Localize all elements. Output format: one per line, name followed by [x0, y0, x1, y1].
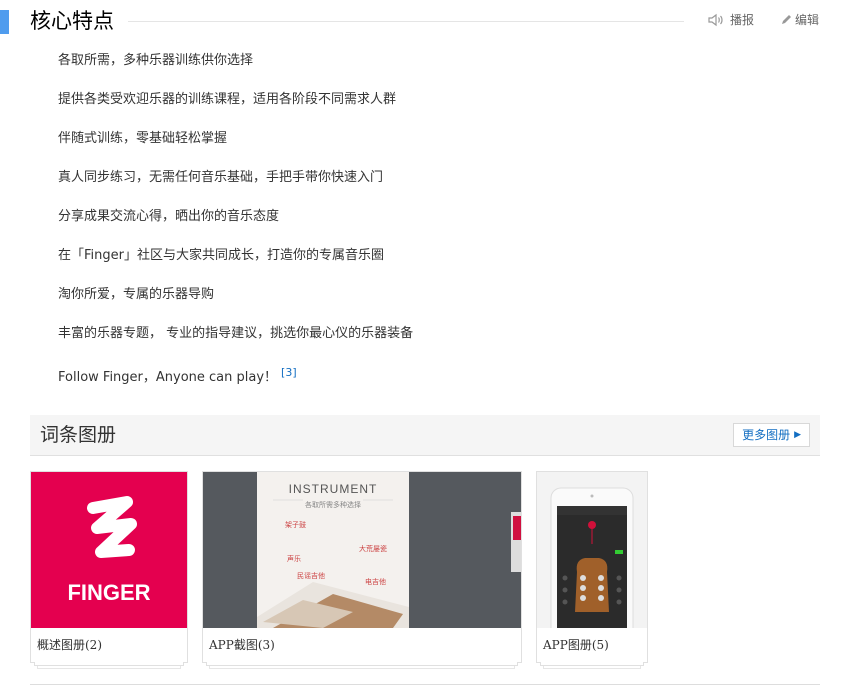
screenshot-label: 大荒屡瓷	[359, 544, 387, 553]
edit-label: 编辑	[795, 13, 820, 27]
play-label: 播报	[730, 13, 755, 27]
album-stack-edge	[540, 662, 644, 666]
album-stack-edge	[206, 662, 518, 666]
album-title: 词条图册	[40, 424, 117, 446]
screenshot-label: 声乐	[287, 554, 301, 563]
feature-item: 在「Finger」社区与大家共同成长，打造你的专属音乐圈	[58, 248, 384, 263]
pencil-icon	[782, 15, 791, 24]
album-header: 词条图册 更多图册 ▶	[30, 415, 820, 456]
phone-image	[550, 487, 634, 628]
feature-list: 各取所需，多种乐器训练供你选择 提供各类受欢迎乐器的训练课程，适用各阶段不同需求…	[58, 51, 818, 402]
album-card-app-screenshots[interactable]: INSTRUMENT 各取所需多种选择 架子鼓 大荒屡瓷 声乐 民谣吉他 电吉他…	[202, 471, 522, 669]
album-stack-edge	[34, 662, 184, 666]
album-caption: 概述图册(2)	[37, 638, 102, 652]
feature-item-last: Follow Finger，Anyone can play！ [3]	[58, 363, 818, 402]
bottom-divider	[30, 684, 820, 685]
caret-right-icon: ▶	[794, 430, 801, 440]
feature-item: 真人同步练习，无需任何音乐基础，手把手带你快速入门	[58, 170, 384, 185]
album-card-overview[interactable]: FINGER 概述图册(2)	[30, 471, 188, 669]
app-screenshot-image: INSTRUMENT 各取所需多种选择 架子鼓 大荒屡瓷 声乐 民谣吉他 电吉他	[203, 472, 521, 628]
album-caption: APP截图(3)	[209, 638, 275, 652]
screenshot-label: 电吉他	[365, 577, 386, 586]
section-title: 核心特点	[30, 9, 114, 33]
feature-item: 分享成果交流心得，晒出你的音乐态度	[58, 209, 280, 224]
finger-logo-text: FINGER	[67, 580, 150, 605]
more-albums-label: 更多图册	[742, 428, 791, 442]
screenshot-heading: INSTRUMENT	[289, 482, 378, 496]
feature-item: 提供各类受欢迎乐器的训练课程，适用各阶段不同需求人群	[58, 92, 397, 107]
feature-item: 伴随式训练，零基础轻松掌握	[58, 131, 228, 146]
album-cover-phone	[537, 472, 647, 628]
section-accent-bar	[0, 10, 9, 34]
speaker-icon	[708, 13, 723, 27]
play-button[interactable]: 播报	[708, 12, 754, 28]
screenshot-label: 架子鼓	[285, 520, 306, 529]
album-card-app-gallery[interactable]: APP图册(5)	[536, 471, 648, 669]
feature-item: 淘你所爱，专属的乐器导购	[58, 287, 215, 302]
album-cover-finger-logo: FINGER	[31, 472, 187, 628]
feature-item-text: Follow Finger，Anyone can play！	[58, 370, 278, 385]
feature-item: 各取所需，多种乐器训练供你选择	[58, 53, 254, 68]
edit-button[interactable]: 编辑	[780, 12, 819, 28]
album-cover-app-screenshot: INSTRUMENT 各取所需多种选择 架子鼓 大荒屡瓷 声乐 民谣吉他 电吉他	[203, 472, 521, 628]
screenshot-label: 民谣吉他	[297, 571, 325, 580]
reference-link[interactable]: [3]	[281, 366, 297, 379]
finger-logo-icon: FINGER	[67, 496, 151, 605]
feature-item: 丰富的乐器专题， 专业的指导建议，挑选你最心仪的乐器装备	[58, 326, 414, 341]
album-caption: APP图册(5)	[543, 638, 609, 652]
more-albums-button[interactable]: 更多图册 ▶	[733, 423, 810, 447]
title-divider	[128, 21, 684, 22]
screenshot-subheading: 各取所需多种选择	[305, 500, 361, 509]
